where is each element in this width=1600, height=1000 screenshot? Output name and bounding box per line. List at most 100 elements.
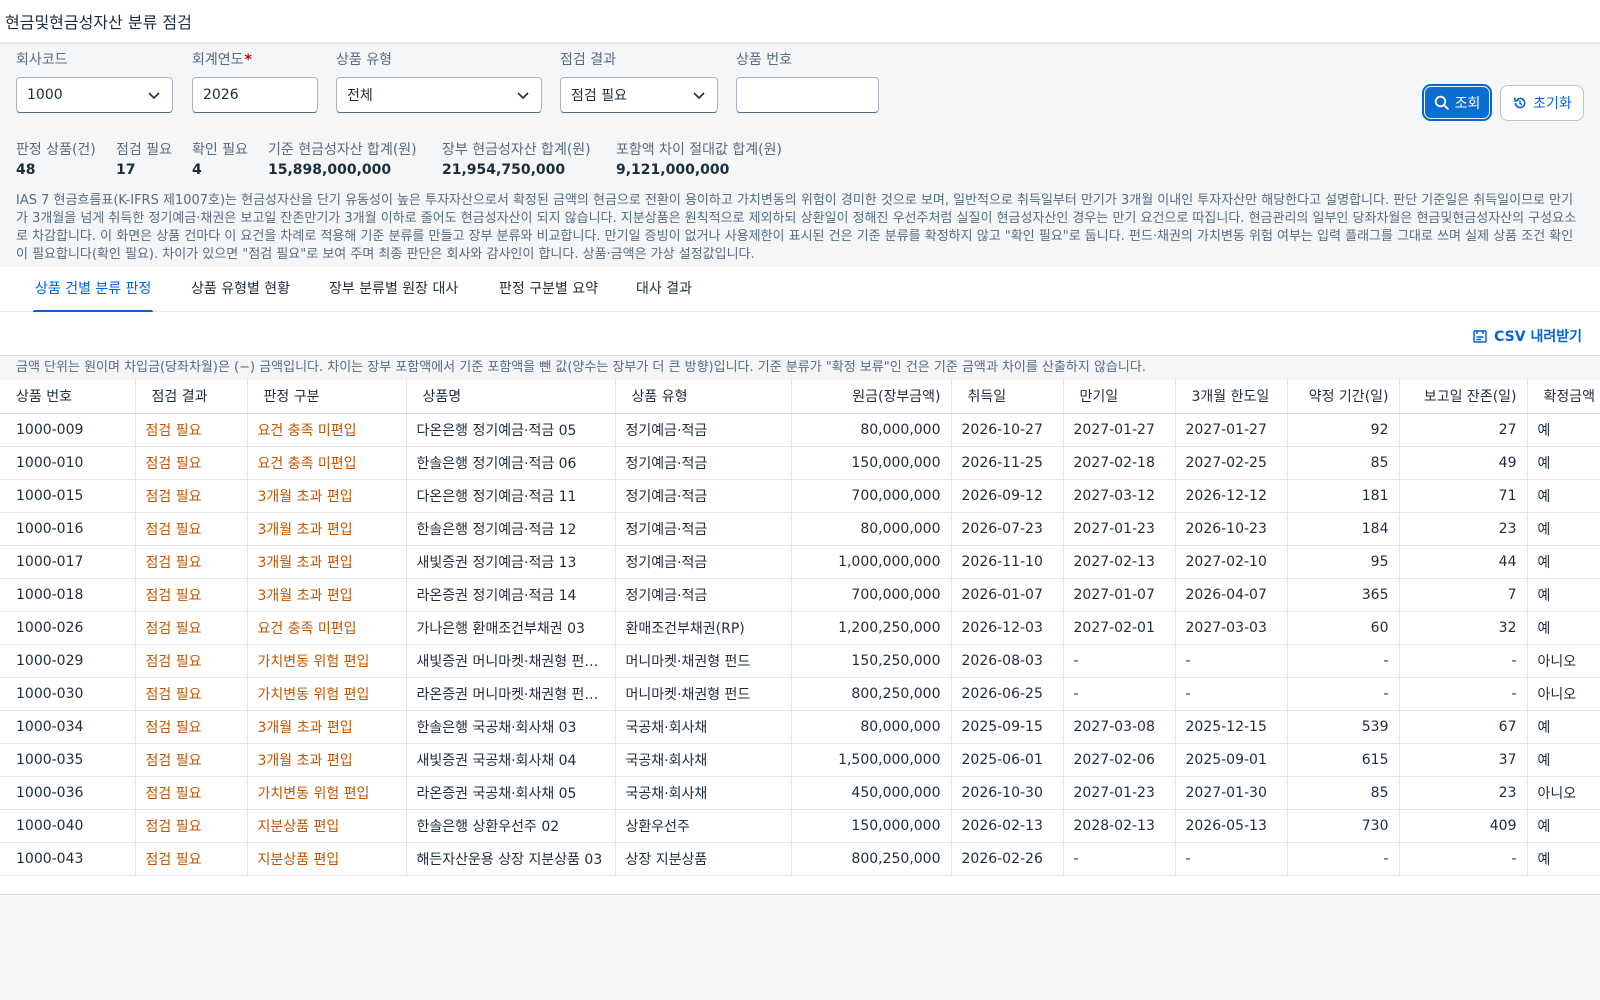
term-days-cell: 730	[1287, 809, 1400, 843]
table-panel: CSV 내려받기 금액 단위는 원이며 차입금(당좌차월)은 (−) 금액입니다…	[0, 312, 1600, 895]
remaining-days-cell: -	[1399, 677, 1528, 711]
product-no-cell: 1000-018	[0, 578, 136, 612]
check-result-cell: 점검 필요	[135, 677, 248, 711]
product-type-cell: 환매조건부채권(RP)	[615, 611, 792, 645]
table-row[interactable]: 1000-035 점검 필요 3개월 초과 편입 새빛증권 국공채·회사채 04 국공채…	[0, 743, 1600, 777]
table-row[interactable]: 1000-018 점검 필요 3개월 초과 편입 라온증권 정기예금·적금 14 정기예…	[0, 578, 1600, 612]
tab-product-type-status[interactable]: 상품 유형별 현황	[191, 267, 290, 312]
term-days-cell: 85	[1287, 446, 1400, 480]
judgment-cell: 요건 충족 미편입	[247, 446, 407, 480]
table-row[interactable]: 1000-017 점검 필요 3개월 초과 편입 새빛증권 정기예금·적금 13 정기예…	[0, 545, 1600, 579]
product-type-cell: 정기예금·적금	[615, 545, 792, 579]
judgment-cell: 3개월 초과 편입	[247, 578, 407, 612]
column-header[interactable]: 3개월 한도일	[1175, 380, 1288, 414]
check-result-cell: 점검 필요	[135, 413, 248, 447]
term-days-cell: 92	[1287, 413, 1400, 447]
remaining-days-cell: 71	[1399, 479, 1528, 513]
table-row[interactable]: 1000-009 점검 필요 요건 충족 미편입 다온은행 정기예금·적금 05 정기예…	[0, 413, 1600, 447]
fixed-amount-cell: 예	[1527, 743, 1600, 777]
remaining-days-cell: -	[1399, 644, 1528, 678]
check-result-select[interactable]: 점검 필요	[560, 77, 718, 113]
principal-cell: 800,250,000	[791, 842, 952, 876]
table-row[interactable]: 1000-040 점검 필요 지분상품 편입 한솔은행 상환우선주 02 상환우선주 15…	[0, 809, 1600, 843]
product-type-cell: 정기예금·적금	[615, 413, 792, 447]
table-note: 금액 단위는 원이며 차입금(당좌차월)은 (−) 금액입니다. 차이는 장부 …	[0, 355, 1600, 380]
product-name-cell: 라온증권 머니마켓·채권형 펀드 04	[406, 677, 616, 711]
product-no-cell: 1000-043	[0, 842, 136, 876]
fixed-amount-cell: 예	[1527, 842, 1600, 876]
judgment-cell: 3개월 초과 편입	[247, 545, 407, 579]
chevron-down-icon	[517, 92, 529, 100]
tab-judgment-summary[interactable]: 판정 구분별 요약	[499, 267, 598, 312]
term-days-cell: 365	[1287, 578, 1400, 612]
column-header[interactable]: 만기일	[1063, 380, 1176, 414]
table-row[interactable]: 1000-034 점검 필요 3개월 초과 편입 한솔은행 국공채·회사채 03 국공채…	[0, 710, 1600, 744]
maturity-date-cell: 2027-02-18	[1063, 446, 1176, 480]
column-header[interactable]: 상품 유형	[615, 380, 792, 414]
column-header[interactable]: 상품명	[406, 380, 616, 414]
table-row[interactable]: 1000-015 점검 필요 3개월 초과 편입 다온은행 정기예금·적금 11 정기예…	[0, 479, 1600, 513]
check-result-value: 점검 필요	[571, 88, 627, 104]
remaining-days-cell: 7	[1399, 578, 1528, 612]
fixed-amount-cell: 예	[1527, 809, 1600, 843]
tab-ledger-reconciliation[interactable]: 장부 분류별 원장 대사	[329, 267, 458, 312]
table-row[interactable]: 1000-026 점검 필요 요건 충족 미편입 가나은행 환매조건부채권 03 환매조…	[0, 611, 1600, 645]
company-code-select[interactable]: 1000	[16, 77, 173, 113]
principal-cell: 1,200,250,000	[791, 611, 952, 645]
remaining-days-cell: 49	[1399, 446, 1528, 480]
column-header[interactable]: 취득일	[951, 380, 1064, 414]
column-header[interactable]: 점검 결과	[135, 380, 248, 414]
limit-date-cell: 2025-12-15	[1175, 710, 1288, 744]
acquired-date-cell: 2026-10-30	[951, 776, 1064, 810]
reset-button[interactable]: 초기화	[1500, 85, 1584, 121]
maturity-date-cell: 2027-02-06	[1063, 743, 1176, 777]
product-type-cell: 상환우선주	[615, 809, 792, 843]
judgment-cell: 가치변동 위험 편입	[247, 776, 407, 810]
table-header-row: 상품 번호 점검 결과 판정 구분 상품명 상품 유형 원금(장부금액) 취득일…	[0, 380, 1600, 414]
column-header[interactable]: 판정 구분	[247, 380, 407, 414]
principal-cell: 700,000,000	[791, 578, 952, 612]
fixed-amount-cell: 예	[1527, 710, 1600, 744]
table-row[interactable]: 1000-043 점검 필요 지분상품 편입 해든자산운용 상장 지분상품 03 상장 …	[0, 842, 1600, 876]
download-icon	[1473, 330, 1487, 343]
fiscal-year-input[interactable]: 2026	[192, 77, 318, 113]
classification-table: 상품 번호 점검 결과 판정 구분 상품명 상품 유형 원금(장부금액) 취득일…	[0, 380, 1600, 895]
product-type-cell: 정기예금·적금	[615, 446, 792, 480]
table-row[interactable]: 1000-030 점검 필요 가치변동 위험 편입 라온증권 머니마켓·채권형 펀드 …	[0, 677, 1600, 711]
table-row[interactable]: 1000-010 점검 필요 요건 충족 미편입 한솔은행 정기예금·적금 06 정기예…	[0, 446, 1600, 480]
column-header[interactable]: 약정 기간(일)	[1287, 380, 1400, 414]
chevron-down-icon	[148, 92, 160, 100]
maturity-date-cell: 2027-01-23	[1063, 776, 1176, 810]
product-no-input[interactable]	[736, 77, 879, 113]
acquired-date-cell: 2025-09-15	[951, 710, 1064, 744]
column-header[interactable]: 원금(장부금액)	[791, 380, 952, 414]
tab-item-classification[interactable]: 상품 건별 분류 판정	[32, 267, 154, 313]
column-header[interactable]: 보고일 잔존(일)	[1399, 380, 1528, 414]
acquired-date-cell: 2026-07-23	[951, 512, 1064, 546]
term-days-cell: 181	[1287, 479, 1400, 513]
check-result-cell: 점검 필요	[135, 842, 248, 876]
tab-reconciliation-result[interactable]: 대사 결과	[636, 267, 692, 312]
judgment-cell: 3개월 초과 편입	[247, 710, 407, 744]
stat-standard-total: 기준 현금성자산 합계(원) 15,898,000,000	[268, 142, 417, 178]
fixed-amount-cell: 예	[1527, 545, 1600, 579]
product-no-cell: 1000-035	[0, 743, 136, 777]
product-name-cell: 라온증권 정기예금·적금 14	[406, 578, 616, 612]
column-header[interactable]: 상품 번호	[0, 380, 136, 414]
product-name-cell: 새빛증권 국공채·회사채 04	[406, 743, 616, 777]
csv-download-button[interactable]: CSV 내려받기	[1472, 326, 1582, 346]
judgment-cell: 가치변동 위험 편입	[247, 644, 407, 678]
product-no-cell: 1000-036	[0, 776, 136, 810]
column-header[interactable]: 확정금액	[1527, 380, 1600, 414]
table-row[interactable]: 1000-036 점검 필요 가치변동 위험 편입 라온증권 국공채·회사채 05 국공…	[0, 776, 1600, 810]
product-name-cell: 새빛증권 정기예금·적금 13	[406, 545, 616, 579]
principal-cell: 150,250,000	[791, 644, 952, 678]
acquired-date-cell: 2026-08-03	[951, 644, 1064, 678]
table-row[interactable]: 1000-029 점검 필요 가치변동 위험 편입 새빛증권 머니마켓·채권형 펀드 …	[0, 644, 1600, 678]
search-button[interactable]: 조회	[1422, 84, 1492, 121]
table-row[interactable]: 1000-016 점검 필요 3개월 초과 편입 한솔은행 정기예금·적금 12 정기예…	[0, 512, 1600, 546]
product-type-select[interactable]: 전체	[336, 77, 542, 113]
judgment-cell: 가치변동 위험 편입	[247, 677, 407, 711]
limit-date-cell: 2025-09-01	[1175, 743, 1288, 777]
principal-cell: 150,000,000	[791, 809, 952, 843]
